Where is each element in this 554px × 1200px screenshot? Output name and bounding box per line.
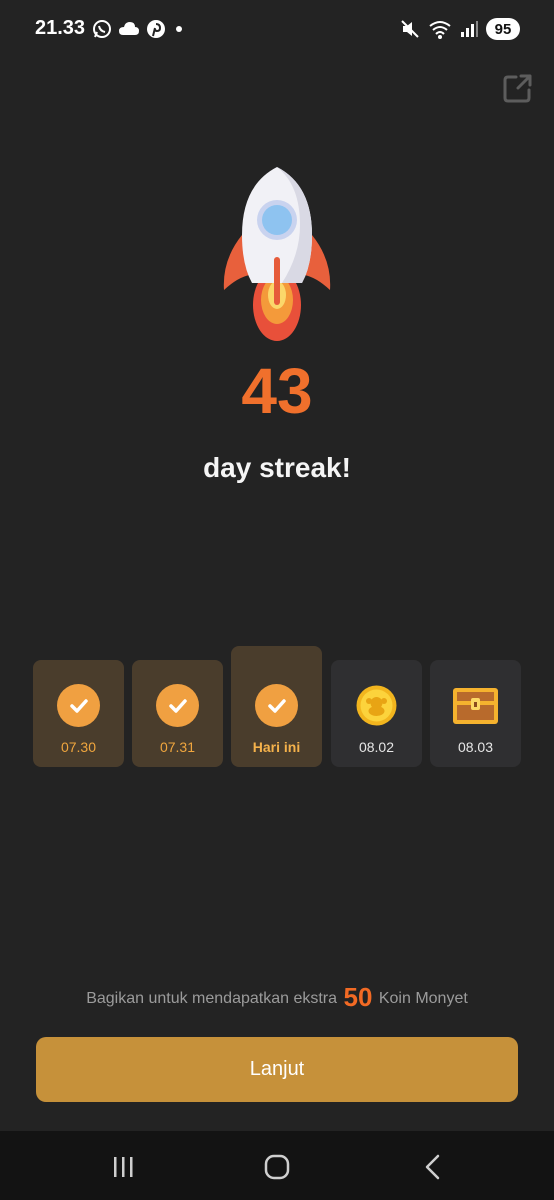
recent-apps-icon[interactable] [103,1153,143,1181]
day-card-07-31: 07.31 [132,660,223,767]
dot-icon [176,26,182,32]
status-time: 21.33 [35,17,86,39]
rocket-icon [223,167,331,341]
share-hint-prefix: Bagikan untuk mendapatkan ekstra [86,990,338,1007]
continue-button[interactable]: Lanjut [36,1037,518,1102]
mute-icon [401,20,419,38]
whatsapp-icon [93,20,111,38]
coin-icon [356,685,397,726]
day-card-08-03: 08.03 [430,660,521,767]
home-icon[interactable] [257,1153,297,1181]
share-bonus-amount: 50 [343,982,373,1012]
battery-indicator: 95 [486,18,520,40]
share-hint-suffix: Koin Monyet [378,990,468,1007]
streak-label: day streak! [203,452,351,483]
status-right-icons: 95 [400,18,520,40]
streak-screen: 21.33 95 43 day streak! 07.30 07.31 Hari… [0,0,554,1200]
pinterest-icon [147,20,165,38]
day-label: 07.30 [60,739,97,755]
status-left-icons [92,19,186,39]
day-label: 08.02 [358,739,395,755]
system-nav-bar [0,1131,554,1200]
day-label: Hari ini [252,739,301,755]
day-card-today: Hari ini [231,646,322,767]
back-icon[interactable] [413,1153,453,1181]
day-card-08-02: 08.02 [331,660,422,767]
check-icon [57,684,100,727]
wifi-icon [429,21,451,39]
day-label: 08.03 [457,739,494,755]
treasure-chest-icon [453,688,498,724]
share-reward-hint: Bagikan untuk mendapatkan ekstra 50 Koin… [0,982,554,1013]
status-bar: 21.33 95 [0,0,554,60]
signal-icon [461,21,478,37]
streak-count: 43 [241,355,313,427]
share-icon[interactable] [502,72,534,104]
day-label: 07.31 [159,739,196,755]
day-card-07-30: 07.30 [33,660,124,767]
cloud-icon [119,22,139,35]
check-icon [255,684,298,727]
check-icon [156,684,199,727]
